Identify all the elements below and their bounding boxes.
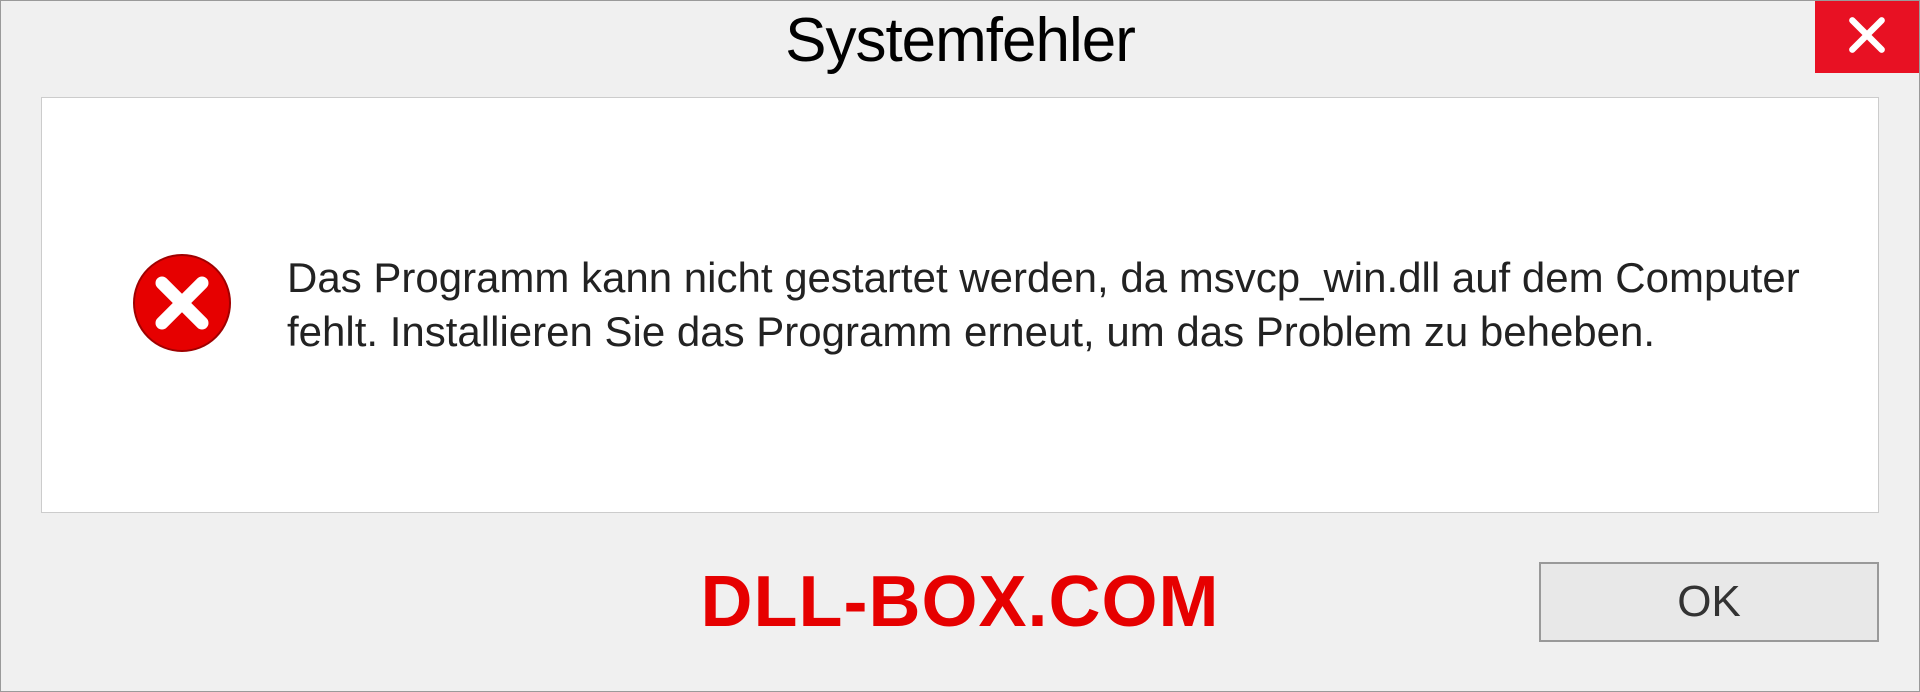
close-button[interactable] [1815,1,1919,73]
error-message: Das Programm kann nicht gestartet werden… [287,251,1808,359]
watermark-text: DLL-BOX.COM [701,561,1220,643]
titlebar: Systemfehler [1,1,1919,97]
dialog-footer: DLL-BOX.COM OK [1,513,1919,691]
ok-button[interactable]: OK [1539,562,1879,642]
dialog-title: Systemfehler [785,1,1135,76]
close-icon [1845,13,1889,62]
content-panel: Das Programm kann nicht gestartet werden… [41,97,1879,513]
error-icon [132,253,232,358]
error-dialog: Systemfehler Das Programm kann nicht ges… [0,0,1920,692]
